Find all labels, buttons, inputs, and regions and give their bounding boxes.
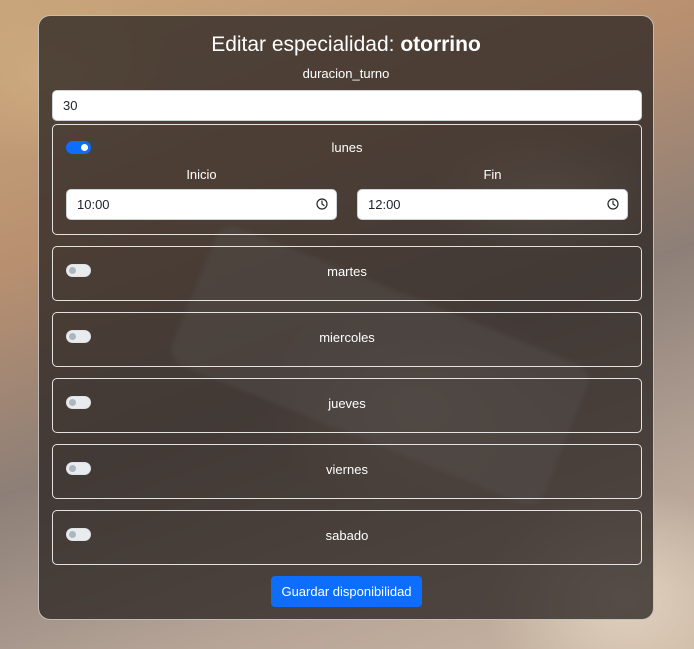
page-title: Editar especialidad: otorrino bbox=[52, 32, 640, 58]
day-row-jueves: jueves bbox=[52, 378, 642, 433]
end-time-input[interactable]: 12:00 bbox=[357, 189, 628, 220]
duration-input[interactable] bbox=[52, 90, 642, 121]
day-label-lunes: lunes bbox=[331, 140, 363, 155]
start-time-group: Inicio 10:00 bbox=[66, 167, 337, 220]
day-row-miercoles: miercoles bbox=[52, 312, 642, 367]
day-row-sabado: sabado bbox=[52, 510, 642, 565]
end-time-group: Fin 12:00 bbox=[357, 167, 628, 220]
clock-icon[interactable] bbox=[607, 198, 619, 210]
start-time-input[interactable]: 10:00 bbox=[66, 189, 337, 220]
day-label-martes: martes bbox=[327, 264, 367, 279]
duration-label: duracion_turno bbox=[302, 66, 390, 81]
day-row-viernes: viernes bbox=[52, 444, 642, 499]
day-label-viernes: viernes bbox=[326, 462, 368, 477]
day-label-sabado: sabado bbox=[325, 528, 369, 543]
title-prefix: Editar especialidad: bbox=[211, 33, 401, 56]
edit-specialty-form: Editar especialidad: otorrino duracion_t… bbox=[38, 15, 654, 620]
day-label-jueves: jueves bbox=[328, 396, 366, 411]
save-availability-button[interactable]: Guardar disponibilidad bbox=[271, 576, 422, 607]
start-time-value: 10:00 bbox=[77, 197, 110, 212]
day-row-lunes: lunes Inicio 10:00 Fin 12:00 bbox=[52, 124, 642, 235]
end-time-value: 12:00 bbox=[368, 197, 401, 212]
specialty-name: otorrino bbox=[400, 33, 481, 56]
day-label-miercoles: miercoles bbox=[319, 330, 375, 345]
start-time-label: Inicio bbox=[186, 167, 217, 182]
clock-icon[interactable] bbox=[316, 198, 328, 210]
day-row-martes: martes bbox=[52, 246, 642, 301]
end-time-label: Fin bbox=[483, 167, 502, 182]
